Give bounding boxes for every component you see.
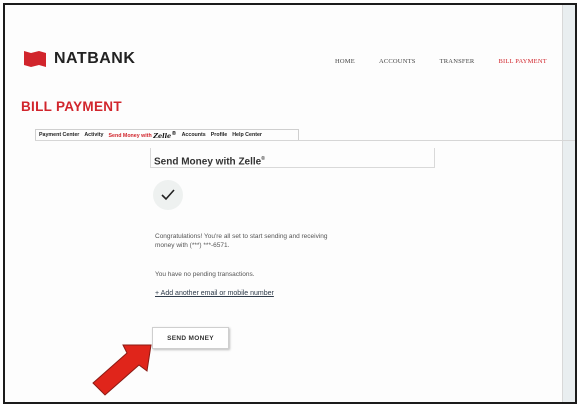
- tab-send-money-with-zelle[interactable]: Send Money with Zelle®: [108, 130, 176, 139]
- nav-transfer[interactable]: TRANSFER: [440, 58, 475, 65]
- red-arrow-icon: [92, 344, 152, 396]
- success-indicator: [153, 180, 183, 210]
- tab-help-center[interactable]: Help Center: [232, 132, 262, 138]
- brand-name: NATBANK: [54, 50, 136, 67]
- tab-profile[interactable]: Profile: [211, 132, 227, 138]
- pending-transactions-text: You have no pending transactions.: [155, 271, 255, 278]
- page-title: BILL PAYMENT: [21, 99, 122, 114]
- tab-activity[interactable]: Activity: [84, 132, 103, 138]
- tab-accounts[interactable]: Accounts: [182, 132, 206, 138]
- nav-accounts[interactable]: ACCOUNTS: [379, 58, 416, 65]
- tab-bar: Payment Center Activity Send Money with …: [35, 129, 299, 140]
- confirmation-message: Congratulations! You're all set to start…: [155, 233, 328, 249]
- zelle-logo: Zelle®: [153, 130, 177, 140]
- top-navigation: HOME ACCOUNTS TRANSFER BILL PAYMENT: [335, 58, 547, 65]
- nav-home[interactable]: HOME: [335, 58, 355, 65]
- checkmark-icon: [161, 189, 175, 201]
- tab-send-money-label: Send Money with: [108, 133, 152, 140]
- card-title: Send Money with Zelle®: [154, 156, 265, 168]
- nav-bill-payment[interactable]: BILL PAYMENT: [498, 58, 546, 65]
- tab-divider: [35, 140, 575, 141]
- add-email-or-mobile-link[interactable]: + Add another email or mobile number: [155, 290, 274, 297]
- send-money-button[interactable]: SEND MONEY: [152, 327, 229, 349]
- tab-payment-center[interactable]: Payment Center: [39, 132, 79, 138]
- brand-logo[interactable]: NATBANK: [23, 49, 135, 69]
- screenshot-frame: NATBANK HOME ACCOUNTS TRANSFER BILL PAYM…: [3, 3, 577, 404]
- red-flag-logo-icon: [24, 51, 46, 67]
- scrollbar-track[interactable]: [562, 5, 575, 402]
